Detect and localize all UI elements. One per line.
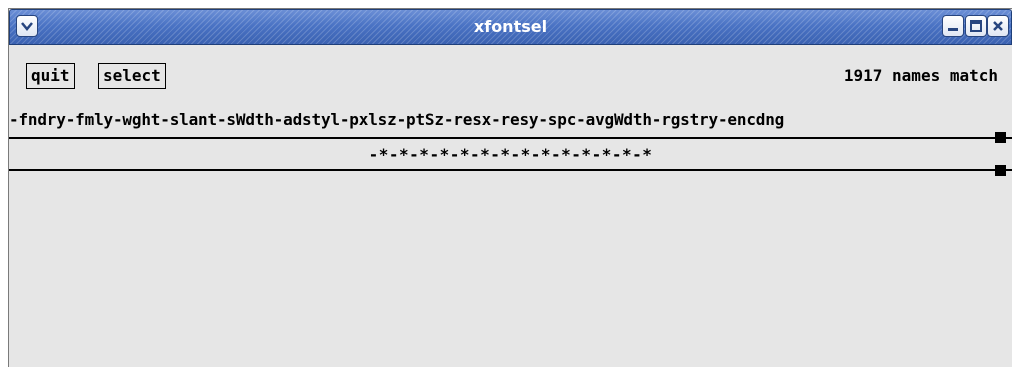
pane-grip-handle[interactable] (995, 132, 1006, 143)
close-icon (991, 19, 1005, 33)
quit-button[interactable]: quit (26, 63, 75, 89)
minimize-icon (946, 19, 960, 33)
xfontsel-window: xfontsel quit select 1917 names match -f… (8, 8, 1012, 367)
window-title: xfontsel (10, 10, 1011, 44)
font-name-pattern: -*-*-*-*-*-*-*-*-*-*-*-*-*-* (368, 145, 653, 164)
window-titlebar[interactable]: xfontsel (9, 9, 1012, 45)
main-content: quit select 1917 names match -fndry-fmly… (9, 45, 1012, 367)
separator-top (9, 137, 1012, 139)
match-count-label: 1917 names match (843, 66, 998, 85)
minimize-button[interactable] (942, 15, 964, 37)
select-button[interactable]: select (98, 63, 166, 89)
chevron-down-icon (20, 19, 34, 33)
window-title-text: xfontsel (473, 17, 548, 36)
maximize-button[interactable] (965, 15, 987, 37)
font-field-menus[interactable]: -fndry-fmly-wght-slant-sWdth-adstyl-pxls… (9, 107, 1012, 133)
maximize-icon (969, 19, 983, 33)
window-menu-button[interactable] (16, 15, 38, 37)
sample-text-area (9, 171, 1012, 367)
close-button[interactable] (987, 15, 1009, 37)
